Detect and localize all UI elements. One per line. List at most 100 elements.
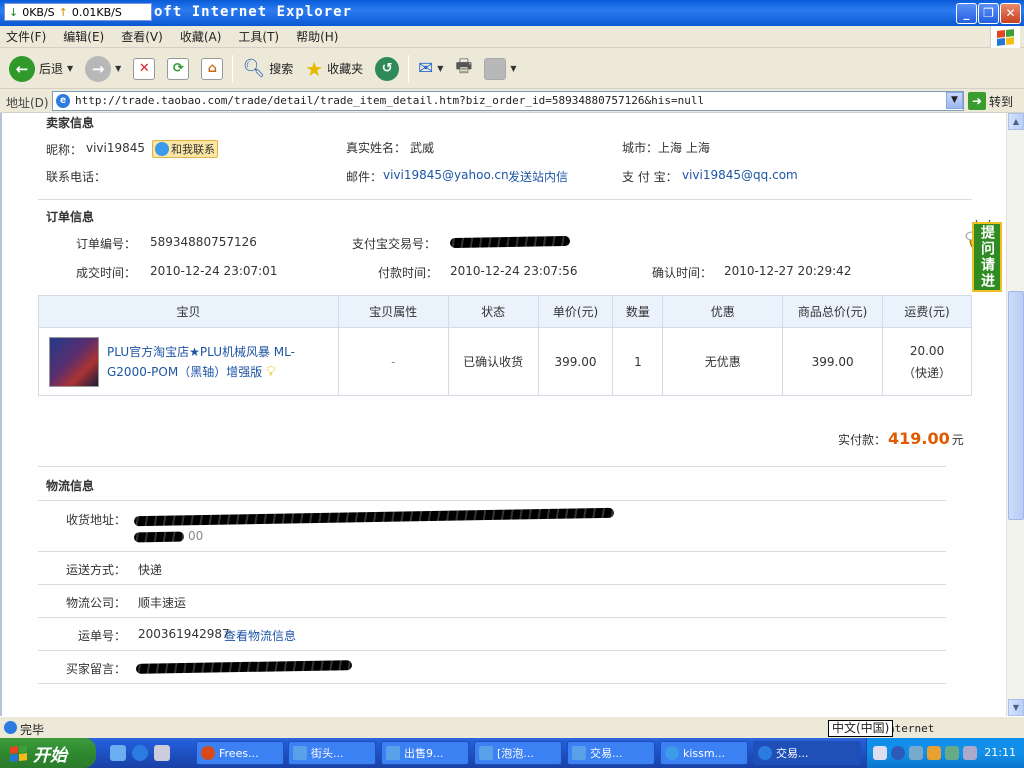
task-item[interactable]: 出售9... (381, 741, 469, 765)
window-icon (479, 746, 493, 760)
mail-button[interactable]: ✉ ▼ (415, 52, 446, 86)
scroll-down-icon[interactable]: ▼ (1008, 699, 1024, 716)
task-item-active[interactable]: 交易... (753, 741, 861, 765)
task-label: 出售9... (404, 747, 444, 760)
menu-edit[interactable]: 编辑(E) (63, 28, 104, 45)
edit-button[interactable]: ▼ (481, 52, 519, 86)
history-button[interactable]: ↺ (372, 52, 402, 86)
scroll-thumb[interactable] (1008, 291, 1024, 520)
search-label: 搜索 (269, 62, 294, 76)
order-no-label: 订单编号： (76, 237, 137, 251)
chevron-down-icon[interactable]: ▼ (510, 64, 516, 73)
network-icon[interactable] (909, 746, 923, 760)
confirm-time-label: 确认时间： (652, 266, 713, 280)
close-button[interactable]: ✕ (1000, 3, 1021, 24)
print-button[interactable]: 🖶 (452, 52, 475, 86)
address-label: 地址(D) (6, 96, 49, 110)
toolbar-separator (408, 54, 410, 83)
task-item[interactable]: 交易... (567, 741, 655, 765)
chevron-down-icon[interactable]: ▼ (437, 64, 443, 73)
task-label: 交易... (590, 747, 623, 760)
vertical-scrollbar[interactable]: ▲ ▼ (1006, 113, 1024, 716)
menu-file[interactable]: 文件(F) (6, 28, 46, 45)
menu-tools[interactable]: 工具(T) (238, 28, 279, 45)
address-input[interactable]: e http://trade.taobao.com/trade/detail/t… (52, 91, 964, 111)
address-dropdown-icon[interactable]: ▼ (946, 92, 963, 109)
qq-icon[interactable] (927, 746, 941, 760)
start-button[interactable]: 开始 (0, 738, 96, 768)
ie-quicklaunch-icon[interactable] (132, 745, 148, 761)
download-arrow-icon: ↓ (9, 5, 19, 19)
send-message-link[interactable]: 发送站内信 (508, 168, 568, 185)
back-button[interactable]: ← 后退 ▼ (6, 52, 76, 86)
address-bar: 地址(D) e http://trade.taobao.com/trade/de… (0, 89, 1024, 113)
col-header: 宝贝 (38, 295, 339, 328)
ship-company-value: 顺丰速运 (138, 596, 187, 610)
task-label: [泡泡... (497, 747, 534, 760)
menu-favorites[interactable]: 收藏(A) (180, 28, 222, 45)
contact-button[interactable]: 和我联系 (152, 140, 218, 159)
pay-time-label: 付款时间： (378, 266, 439, 280)
buyer-message-label: 买家留言： (66, 662, 127, 676)
app-quicklaunch-icon[interactable] (154, 745, 170, 761)
status-text: 完毕 (20, 723, 45, 737)
minimize-button[interactable]: _ (956, 3, 977, 24)
stop-button[interactable]: ✕ (130, 52, 158, 86)
table-header-row: 宝贝 宝贝属性 状态 单价(元) 数量 优惠 商品总价(元) 运费(元) (38, 295, 972, 328)
track-logistics-link[interactable]: 查看物流信息 (224, 627, 296, 644)
go-button[interactable]: ➜ 转到 (968, 92, 1013, 110)
item-discount: 无优惠 (662, 327, 784, 396)
upload-arrow-icon: ↑ (58, 5, 68, 19)
ship-method-value: 快递 (138, 563, 163, 577)
keyboard-icon[interactable] (873, 746, 887, 760)
item-price: 399.00 (537, 327, 614, 396)
forward-button[interactable]: → ▼ (82, 52, 124, 86)
alipay-link[interactable]: vivi19845@qq.com (682, 168, 798, 182)
item-shipping: 20.00 (909, 343, 945, 358)
email-link[interactable]: vivi19845@yahoo.cn (383, 168, 509, 182)
search-button[interactable]: 🔍︎ 搜索 (239, 52, 296, 86)
tray-app-icon[interactable] (945, 746, 959, 760)
menu-view[interactable]: 查看(V) (121, 28, 163, 45)
chevron-left-icon[interactable] (891, 746, 905, 760)
back-label: 后退 (39, 62, 64, 76)
ask-question-button[interactable]: 提问请进 (972, 222, 1002, 292)
chevron-down-icon[interactable]: ▼ (115, 64, 121, 73)
product-thumbnail[interactable] (49, 336, 99, 387)
refresh-button[interactable]: ⟳ (164, 52, 192, 86)
item-shipping-type: （快递） (903, 365, 952, 380)
windows-logo-icon (10, 744, 27, 762)
divider (38, 199, 972, 200)
redacted-scribble (133, 531, 185, 543)
task-item[interactable]: [泡泡... (474, 741, 562, 765)
task-label: 交易... (776, 747, 809, 760)
menu-help[interactable]: 帮助(H) (296, 28, 338, 45)
basketball-icon (201, 746, 215, 760)
favorites-button[interactable]: ★ 收藏夹 (302, 52, 366, 86)
payment-unit: 元 (951, 433, 964, 447)
stop-icon: ✕ (133, 57, 156, 80)
show-desktop-icon[interactable] (110, 745, 126, 761)
maximize-button[interactable]: ❐ (978, 3, 999, 24)
waybill-value: 200361942987 (138, 627, 230, 641)
realname-label: 真实姓名： (346, 141, 407, 155)
task-item[interactable]: Frees... (196, 741, 284, 765)
contact-label: 和我联系 (171, 143, 215, 156)
deal-time-value: 2010-12-24 23:07:01 (150, 264, 278, 278)
scroll-up-icon[interactable]: ▲ (1008, 113, 1024, 130)
task-item[interactable]: kissm... (660, 741, 748, 765)
redacted-scribble (133, 507, 615, 527)
ship-address-tail: 00 (188, 529, 204, 543)
product-link[interactable]: PLU官方淘宝店★PLU机械风暴 ML-G2000-POM（黑轴）增强版 💡︎ (107, 342, 297, 382)
col-header: 数量 (612, 295, 664, 328)
task-item[interactable]: 街头... (288, 741, 376, 765)
address-url: http://trade.taobao.com/trade/detail/tra… (75, 94, 705, 107)
title-bar: ↓ 0KB/S ↑ 0.01KB/S oft Internet Explorer… (0, 0, 1024, 26)
home-button[interactable]: ⌂ (198, 52, 226, 86)
item-total: 399.00 (782, 327, 884, 396)
alipay-label: 支 付 宝： (622, 170, 678, 184)
col-header: 优惠 (662, 295, 784, 328)
clock: 21:11 (984, 746, 1016, 759)
chevron-down-icon[interactable]: ▼ (67, 64, 73, 73)
volume-icon[interactable] (963, 746, 977, 760)
